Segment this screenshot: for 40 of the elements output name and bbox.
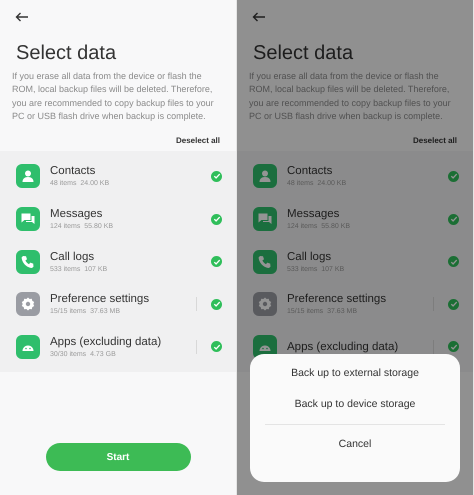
person-icon [253, 164, 277, 188]
checked-icon[interactable] [448, 214, 459, 225]
checked-icon[interactable] [448, 341, 459, 352]
item-name: Preference settings [287, 293, 386, 306]
item-name: Call logs [50, 250, 94, 263]
person-icon [16, 164, 40, 188]
backup-option[interactable]: Back up to device storage [286, 391, 424, 417]
deselect-all-link[interactable]: Deselect all [412, 136, 457, 146]
description-text: If you erase all data from the device or flash the ROM, local backup files will be deleted. Therefore, you are recommended to copy backup files to your PC or USB flash drive when backup is complete. [249, 70, 452, 123]
phone-icon [253, 250, 277, 274]
robot-icon [16, 334, 40, 359]
checked-icon[interactable] [448, 256, 459, 268]
back-arrow-icon[interactable] [15, 12, 29, 22]
item-name: Apps (excluding data) [287, 340, 398, 353]
checked-icon[interactable] [211, 256, 222, 268]
page-title: Select data [16, 42, 118, 65]
gear-icon [16, 292, 40, 316]
checked-icon[interactable] [211, 214, 222, 225]
chat-icon [16, 207, 40, 232]
item-name: Messages [50, 208, 102, 220]
item-name: Contacts [287, 165, 332, 178]
item-name: Contacts [50, 165, 96, 178]
phone-icon [16, 250, 40, 274]
chat-icon [253, 207, 277, 232]
description-text: If you erase all data from the device or flash the ROM, local backup files will be deleted. Therefore, you are recommended to copy backup files to your PC or USB flash drive when backup is complete. [12, 70, 215, 123]
checked-icon[interactable] [211, 341, 222, 352]
checked-icon[interactable] [448, 170, 459, 182]
back-arrow-icon[interactable] [252, 12, 266, 22]
backup-option[interactable]: Back up to external storage [283, 360, 427, 386]
cancel-button[interactable]: Cancel [330, 431, 380, 457]
gear-icon [253, 292, 277, 316]
deselect-all-link[interactable]: Deselect all [176, 136, 220, 146]
page-title: Select data [253, 42, 354, 65]
checked-icon[interactable] [448, 298, 459, 310]
item-name: Apps (excluding data) [50, 336, 162, 348]
checked-icon[interactable] [211, 298, 222, 310]
item-name: Preference settings [50, 293, 150, 306]
item-name: Messages [287, 208, 340, 220]
checked-icon[interactable] [211, 170, 222, 182]
item-name: Call logs [287, 250, 332, 263]
